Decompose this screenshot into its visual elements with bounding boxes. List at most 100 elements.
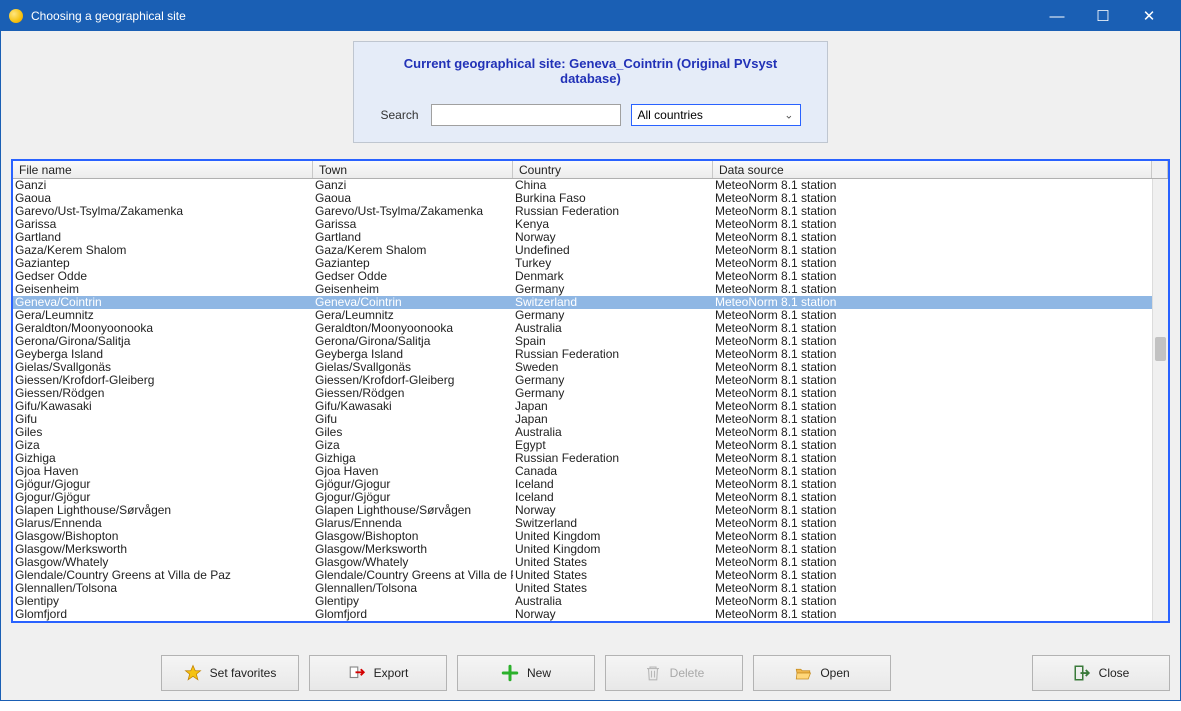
table-row[interactable]: Glasgow/MerksworthGlasgow/MerksworthUnit…: [13, 543, 1152, 556]
table-row[interactable]: GaziantepGaziantepTurkeyMeteoNorm 8.1 st…: [13, 257, 1152, 270]
current-site-label: Current geographical site: Geneva_Cointr…: [374, 56, 807, 86]
trash-icon: [644, 664, 662, 682]
cell-source: MeteoNorm 8.1 station: [713, 543, 1152, 556]
cell-source: MeteoNorm 8.1 station: [713, 374, 1152, 387]
col-town[interactable]: Town: [313, 161, 513, 178]
cell-source: MeteoNorm 8.1 station: [713, 465, 1152, 478]
new-button[interactable]: New: [457, 655, 595, 691]
col-data-source[interactable]: Data source: [713, 161, 1152, 178]
cell-town: Glennallen/Tolsona: [313, 582, 513, 595]
cell-country: United States: [513, 582, 713, 595]
col-file-name[interactable]: File name: [13, 161, 313, 178]
cell-file: Glomfjord: [13, 608, 313, 621]
table-row[interactable]: Gjoa HavenGjoa HavenCanadaMeteoNorm 8.1 …: [13, 465, 1152, 478]
button-row: Set favorites Export New Delete Open C: [11, 651, 1170, 701]
site-chooser-window: Choosing a geographical site — ☐ ✕ Curre…: [0, 0, 1181, 701]
table-row[interactable]: Gjogur/GjögurGjogur/GjögurIcelandMeteoNo…: [13, 491, 1152, 504]
cell-file: Gartland: [13, 231, 313, 244]
cell-town: Giles: [313, 426, 513, 439]
table-row[interactable]: Glapen Lighthouse/SørvågenGlapen Lightho…: [13, 504, 1152, 517]
cell-country: Switzerland: [513, 296, 713, 309]
col-country[interactable]: Country: [513, 161, 713, 178]
table-row[interactable]: GifuGifuJapanMeteoNorm 8.1 station: [13, 413, 1152, 426]
table-row[interactable]: Geyberga IslandGeyberga IslandRussian Fe…: [13, 348, 1152, 361]
table-row[interactable]: GarissaGarissaKenyaMeteoNorm 8.1 station: [13, 218, 1152, 231]
set-favorites-button[interactable]: Set favorites: [161, 655, 299, 691]
cell-source: MeteoNorm 8.1 station: [713, 491, 1152, 504]
cell-town: Glomfjord: [313, 608, 513, 621]
scrollbar-thumb[interactable]: [1155, 337, 1166, 361]
cell-source: MeteoNorm 8.1 station: [713, 452, 1152, 465]
cell-country: Norway: [513, 231, 713, 244]
table-row[interactable]: Glarus/EnnendaGlarus/EnnendaSwitzerlandM…: [13, 517, 1152, 530]
close-window-button[interactable]: ✕: [1126, 1, 1172, 31]
vertical-scrollbar[interactable]: [1152, 179, 1168, 621]
table-row[interactable]: Gifu/KawasakiGifu/KawasakiJapanMeteoNorm…: [13, 400, 1152, 413]
cell-town: Glendale/Country Greens at Villa de Paz: [313, 569, 513, 582]
table-row[interactable]: GizaGizaEgyptMeteoNorm 8.1 station: [13, 439, 1152, 452]
search-input[interactable]: [431, 104, 621, 126]
cell-country: Undefined: [513, 244, 713, 257]
open-label: Open: [820, 666, 849, 680]
table-rows[interactable]: GanziGanziChinaMeteoNorm 8.1 stationGaou…: [13, 179, 1152, 621]
delete-button[interactable]: Delete: [605, 655, 743, 691]
maximize-button[interactable]: ☐: [1080, 1, 1126, 31]
table-row[interactable]: GanziGanziChinaMeteoNorm 8.1 station: [13, 179, 1152, 192]
close-button[interactable]: Close: [1032, 655, 1170, 691]
table-row[interactable]: Gjögur/GjogurGjögur/GjogurIcelandMeteoNo…: [13, 478, 1152, 491]
cell-file: Glapen Lighthouse/Sørvågen: [13, 504, 313, 517]
cell-country: Iceland: [513, 491, 713, 504]
cell-file: Gjogur/Gjögur: [13, 491, 313, 504]
table-row[interactable]: GilesGilesAustraliaMeteoNorm 8.1 station: [13, 426, 1152, 439]
cell-file: Geyberga Island: [13, 348, 313, 361]
table-row[interactable]: Glasgow/WhatelyGlasgow/WhatelyUnited Sta…: [13, 556, 1152, 569]
cell-country: Burkina Faso: [513, 192, 713, 205]
cell-country: Turkey: [513, 257, 713, 270]
cell-file: Glasgow/Merksworth: [13, 543, 313, 556]
table-row[interactable]: GizhigaGizhigaRussian FederationMeteoNor…: [13, 452, 1152, 465]
export-button[interactable]: Export: [309, 655, 447, 691]
minimize-button[interactable]: —: [1034, 1, 1080, 31]
table-row[interactable]: Giessen/RödgenGiessen/RödgenGermanyMeteo…: [13, 387, 1152, 400]
cell-country: Norway: [513, 608, 713, 621]
cell-source: MeteoNorm 8.1 station: [713, 192, 1152, 205]
country-select[interactable]: All countries ⌄: [631, 104, 801, 126]
cell-town: Glasgow/Bishopton: [313, 530, 513, 543]
window-title: Choosing a geographical site: [31, 9, 1034, 23]
app-icon: [9, 9, 23, 23]
table-row[interactable]: Giessen/Krofdorf-GleibergGiessen/Krofdor…: [13, 374, 1152, 387]
table-row[interactable]: GlentipyGlentipyAustraliaMeteoNorm 8.1 s…: [13, 595, 1152, 608]
table-row[interactable]: Glendale/Country Greens at Villa de PazG…: [13, 569, 1152, 582]
cell-town: Gedser Odde: [313, 270, 513, 283]
table-row[interactable]: Glennallen/TolsonaGlennallen/TolsonaUnit…: [13, 582, 1152, 595]
cell-file: Giessen/Rödgen: [13, 387, 313, 400]
cell-country: United States: [513, 569, 713, 582]
cell-town: Geneva/Cointrin: [313, 296, 513, 309]
table-row[interactable]: Gerona/Girona/SalitjaGerona/Girona/Salit…: [13, 335, 1152, 348]
cell-town: Geyberga Island: [313, 348, 513, 361]
cell-town: Gartland: [313, 231, 513, 244]
cell-country: Australia: [513, 426, 713, 439]
table-row[interactable]: GaouaGaouaBurkina FasoMeteoNorm 8.1 stat…: [13, 192, 1152, 205]
table-row[interactable]: Gaza/Kerem ShalomGaza/Kerem ShalomUndefi…: [13, 244, 1152, 257]
table-row[interactable]: Gedser OddeGedser OddeDenmarkMeteoNorm 8…: [13, 270, 1152, 283]
table-row[interactable]: Gielas/SvallgonäsGielas/SvallgonäsSweden…: [13, 361, 1152, 374]
cell-file: Geneva/Cointrin: [13, 296, 313, 309]
table-row[interactable]: Geneva/CointrinGeneva/CointrinSwitzerlan…: [13, 296, 1152, 309]
table-row[interactable]: GlomfjordGlomfjordNorwayMeteoNorm 8.1 st…: [13, 608, 1152, 621]
table-row[interactable]: GeisenheimGeisenheimGermanyMeteoNorm 8.1…: [13, 283, 1152, 296]
table-row[interactable]: Gera/LeumnitzGera/LeumnitzGermanyMeteoNo…: [13, 309, 1152, 322]
cell-file: Giessen/Krofdorf-Gleiberg: [13, 374, 313, 387]
cell-country: Australia: [513, 595, 713, 608]
cell-country: Russian Federation: [513, 452, 713, 465]
table-row[interactable]: Garevo/Ust-Tsylma/ZakamenkaGarevo/Ust-Ts…: [13, 205, 1152, 218]
table-row[interactable]: Geraldton/MoonyoonookaGeraldton/Moonyoon…: [13, 322, 1152, 335]
cell-country: Kenya: [513, 218, 713, 231]
cell-town: Glasgow/Merksworth: [313, 543, 513, 556]
cell-source: MeteoNorm 8.1 station: [713, 439, 1152, 452]
table-row[interactable]: GartlandGartlandNorwayMeteoNorm 8.1 stat…: [13, 231, 1152, 244]
cell-file: Gerona/Girona/Salitja: [13, 335, 313, 348]
cell-country: United Kingdom: [513, 530, 713, 543]
open-button[interactable]: Open: [753, 655, 891, 691]
table-row[interactable]: Glasgow/BishoptonGlasgow/BishoptonUnited…: [13, 530, 1152, 543]
